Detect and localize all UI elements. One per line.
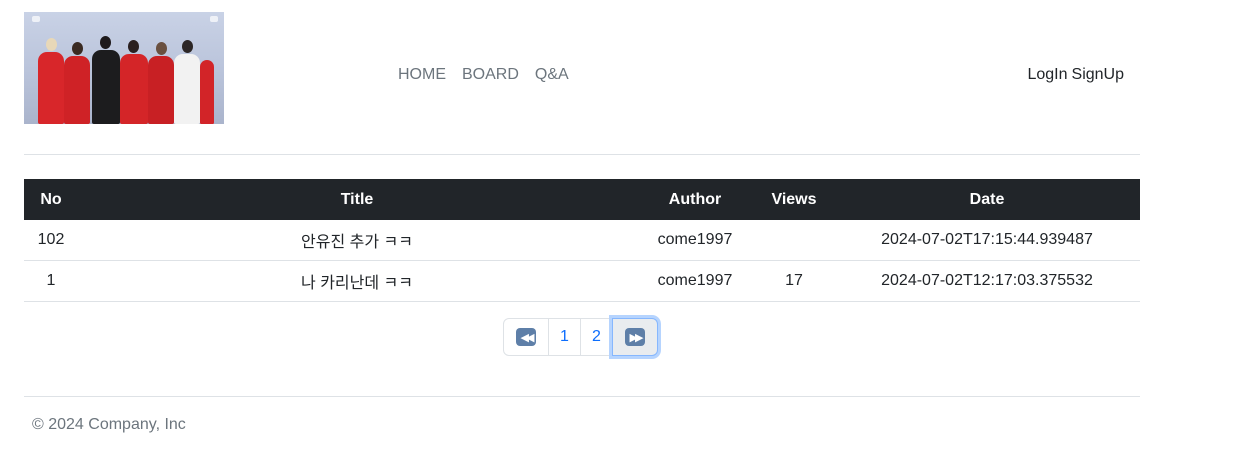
signup-link[interactable]: SignUp xyxy=(1072,66,1124,84)
footer-copyright: © 2024 Company, Inc xyxy=(32,416,186,433)
row-title[interactable]: 나 카리난데 ㅋㅋ xyxy=(159,261,555,301)
table-row[interactable]: 102 안유진 추가 ㅋㅋ come1997 2024-07-02T17:15:… xyxy=(24,220,1140,261)
board-table: No Title Author Views Date 102 안유진 추가 ㅋㅋ… xyxy=(24,179,1140,302)
nav-board[interactable]: BOARD xyxy=(462,66,519,84)
table-header: No Title Author Views Date xyxy=(24,179,1140,220)
pagination: ◀◀ 1 2 ▶▶ xyxy=(503,318,658,356)
nav-qa[interactable]: Q&A xyxy=(535,66,569,84)
row-author: come1997 xyxy=(657,272,733,289)
table-row[interactable]: 1 나 카리난데 ㅋㅋ come1997 17 2024-07-02T12:17… xyxy=(24,261,1140,302)
watermark-icon xyxy=(210,16,218,22)
login-link[interactable]: LogIn xyxy=(1027,66,1067,84)
fast-backward-icon: ◀◀ xyxy=(516,328,536,346)
last-page-button[interactable]: ▶▶ xyxy=(612,318,658,356)
footer-divider xyxy=(24,396,1140,397)
row-date: 2024-07-02T17:15:44.939487 xyxy=(881,231,1093,248)
column-header-views: Views xyxy=(771,190,817,208)
row-no: 1 xyxy=(46,272,56,289)
auth-links: LogIn SignUp xyxy=(1027,66,1124,84)
row-title[interactable]: 안유진 추가 ㅋㅋ xyxy=(159,220,555,260)
row-views xyxy=(746,220,842,260)
row-author: come1997 xyxy=(657,231,733,248)
row-views: 17 xyxy=(785,272,803,289)
watermark-icon xyxy=(32,16,40,22)
main-nav: HOME BOARD Q&A xyxy=(398,66,569,84)
first-page-button[interactable]: ◀◀ xyxy=(503,318,549,356)
fast-forward-icon: ▶▶ xyxy=(625,328,645,346)
row-date: 2024-07-02T12:17:03.375532 xyxy=(881,272,1093,289)
page-2-button[interactable]: 2 xyxy=(580,318,613,356)
column-header-no: No xyxy=(40,190,62,208)
nav-home[interactable]: HOME xyxy=(398,66,446,84)
page-1-button[interactable]: 1 xyxy=(548,318,581,356)
column-header-author: Author xyxy=(668,190,722,208)
logo-image[interactable] xyxy=(24,12,224,124)
column-header-title: Title xyxy=(340,190,374,208)
row-no: 102 xyxy=(37,231,65,248)
column-header-date: Date xyxy=(969,190,1005,208)
header: HOME BOARD Q&A LogIn SignUp xyxy=(24,12,1140,124)
header-divider xyxy=(24,154,1140,155)
